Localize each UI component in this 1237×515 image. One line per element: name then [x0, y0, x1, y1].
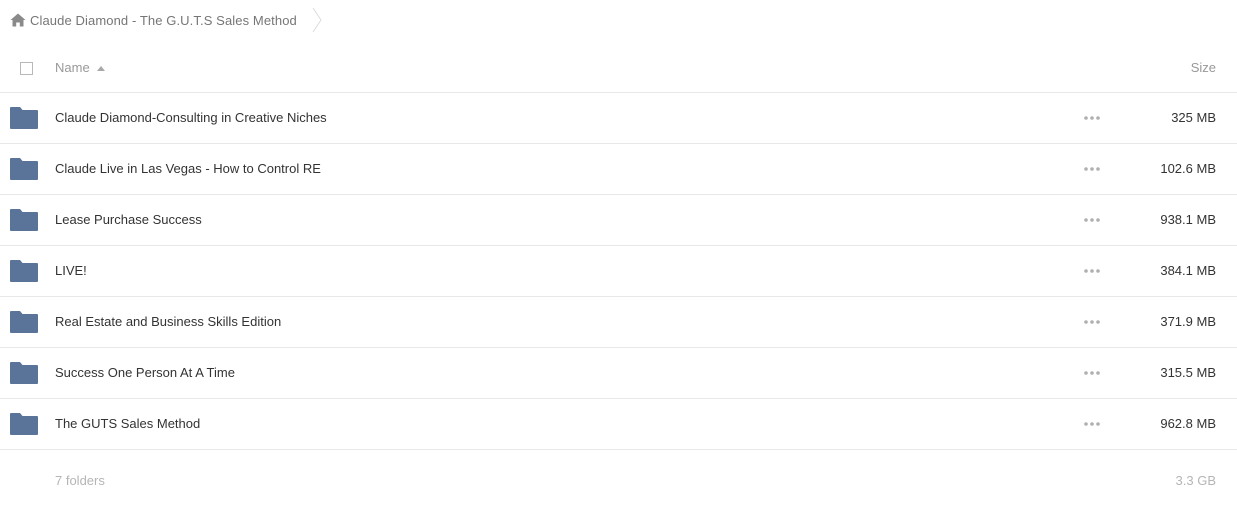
folder-name[interactable]: Claude Live in Las Vegas - How to Contro…: [55, 161, 321, 176]
file-browser: Claude Diamond - The G.U.T.S Sales Metho…: [0, 0, 1237, 515]
breadcrumb-separator-icon: [312, 7, 322, 33]
more-options-icon[interactable]: [1083, 368, 1101, 378]
list-item[interactable]: Lease Purchase Success 938.1 MB: [0, 195, 1237, 246]
name-column-label: Name: [55, 60, 90, 75]
size-column-header[interactable]: Size: [1191, 60, 1216, 75]
folder-name[interactable]: LIVE!: [55, 263, 87, 278]
file-list: Claude Diamond-Consulting in Creative Ni…: [0, 93, 1237, 450]
more-options-icon[interactable]: [1083, 266, 1101, 276]
list-item[interactable]: Claude Live in Las Vegas - How to Contro…: [0, 144, 1237, 195]
folder-icon: [10, 260, 38, 282]
breadcrumb-current-folder[interactable]: Claude Diamond - The G.U.T.S Sales Metho…: [30, 13, 297, 28]
select-all-checkbox[interactable]: [20, 62, 33, 75]
folder-name[interactable]: Lease Purchase Success: [55, 212, 202, 227]
folder-size: 325 MB: [1171, 110, 1216, 125]
folder-icon: [10, 107, 38, 129]
list-item[interactable]: The GUTS Sales Method 962.8 MB: [0, 399, 1237, 450]
total-size: 3.3 GB: [1175, 473, 1216, 488]
name-column-header[interactable]: Name: [55, 60, 105, 75]
list-item[interactable]: Real Estate and Business Skills Edition …: [0, 297, 1237, 348]
folder-name[interactable]: The GUTS Sales Method: [55, 416, 200, 431]
folder-icon: [10, 413, 38, 435]
folder-icon: [10, 158, 38, 180]
folder-size: 384.1 MB: [1160, 263, 1216, 278]
more-options-icon[interactable]: [1083, 215, 1101, 225]
folder-size: 371.9 MB: [1160, 314, 1216, 329]
more-options-icon[interactable]: [1083, 164, 1101, 174]
breadcrumb: Claude Diamond - The G.U.T.S Sales Metho…: [10, 6, 323, 34]
sort-ascending-icon: [96, 65, 105, 71]
folder-icon: [10, 209, 38, 231]
folder-icon: [10, 362, 38, 384]
folder-size: 315.5 MB: [1160, 365, 1216, 380]
list-item[interactable]: LIVE! 384.1 MB: [0, 246, 1237, 297]
list-item[interactable]: Claude Diamond-Consulting in Creative Ni…: [0, 93, 1237, 144]
folder-name[interactable]: Success One Person At A Time: [55, 365, 235, 380]
folder-size: 938.1 MB: [1160, 212, 1216, 227]
list-header: Name Size: [0, 48, 1237, 93]
folder-icon: [10, 311, 38, 333]
more-options-icon[interactable]: [1083, 419, 1101, 429]
more-options-icon[interactable]: [1083, 317, 1101, 327]
folder-size: 962.8 MB: [1160, 416, 1216, 431]
home-icon[interactable]: [10, 13, 26, 27]
list-item[interactable]: Success One Person At A Time 315.5 MB: [0, 348, 1237, 399]
folder-count: 7 folders: [55, 473, 105, 488]
folder-name[interactable]: Real Estate and Business Skills Edition: [55, 314, 281, 329]
folder-name[interactable]: Claude Diamond-Consulting in Creative Ni…: [55, 110, 327, 125]
more-options-icon[interactable]: [1083, 113, 1101, 123]
folder-size: 102.6 MB: [1160, 161, 1216, 176]
